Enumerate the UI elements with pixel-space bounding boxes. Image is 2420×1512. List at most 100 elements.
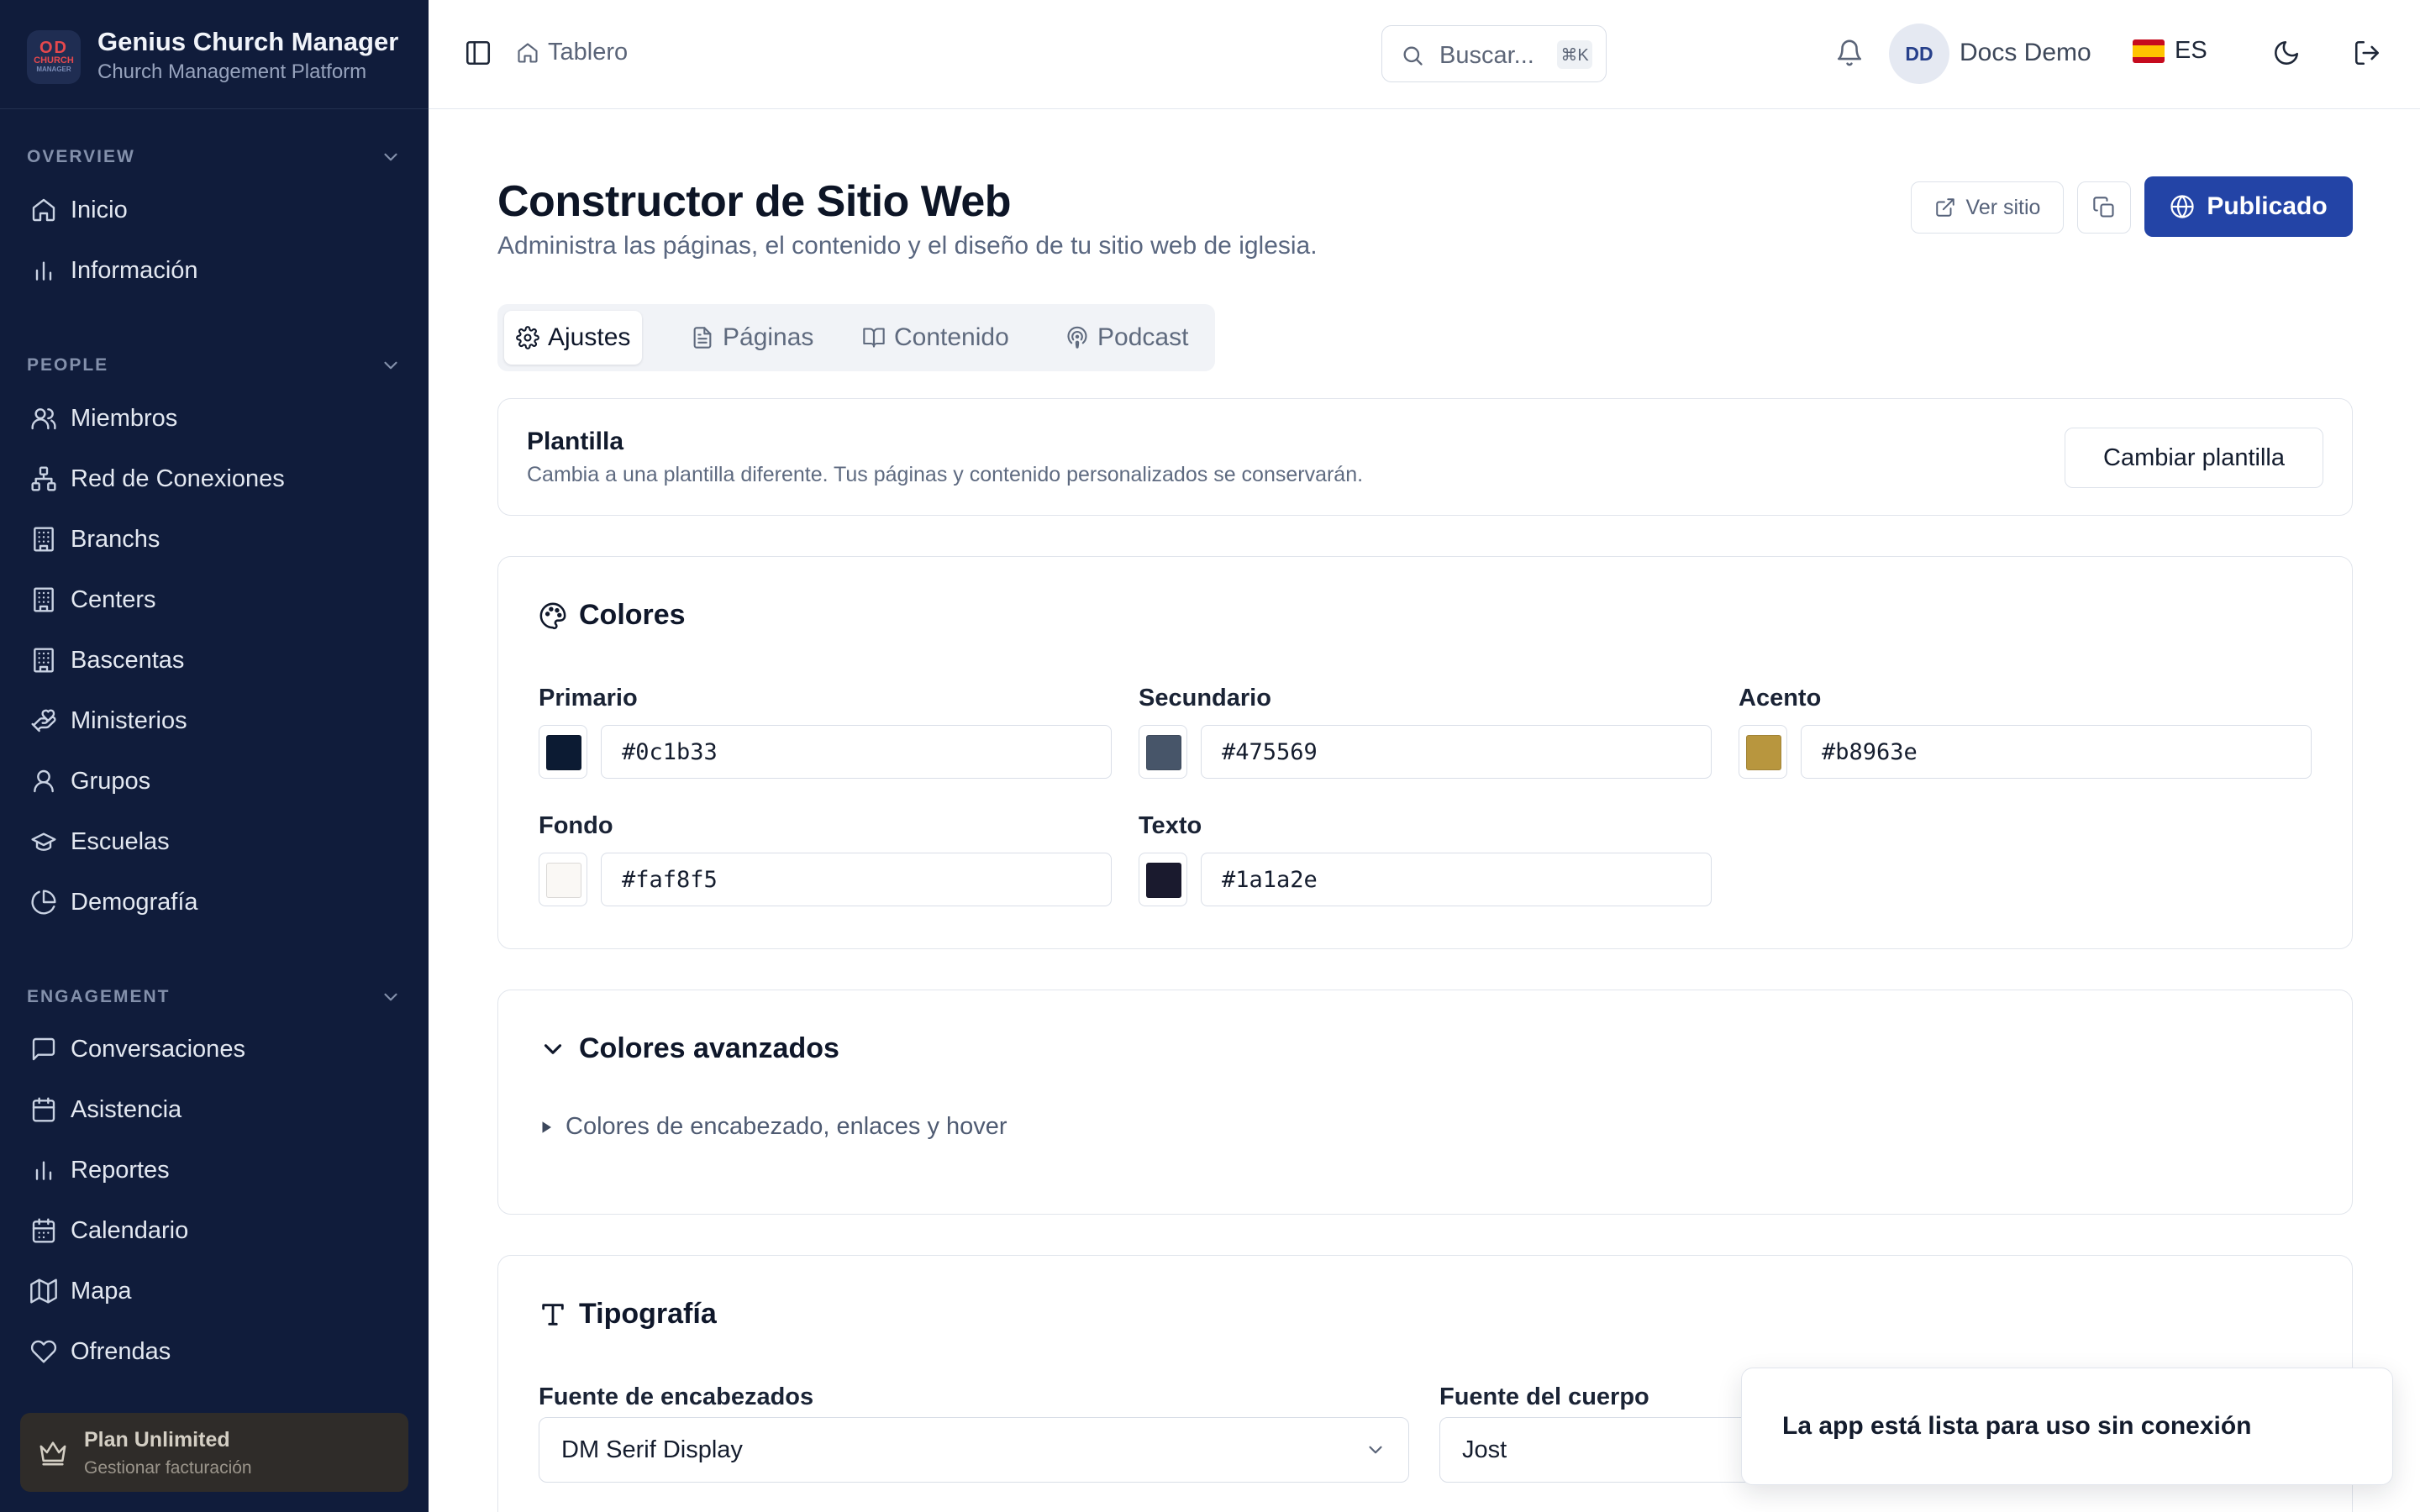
- section-title: OVERVIEW: [27, 147, 135, 166]
- palette-icon: [539, 602, 566, 629]
- color-hex-input[interactable]: #0c1b33: [601, 725, 1112, 779]
- plan-title: Plan Unlimited: [84, 1428, 230, 1452]
- sidebar-item-label: Ofrendas: [71, 1337, 171, 1365]
- moon-icon[interactable]: [2272, 39, 2301, 67]
- color-swatch-picker[interactable]: [1739, 725, 1787, 779]
- color-hex-input[interactable]: #b8963e: [1801, 725, 2312, 779]
- offline-ready-toast[interactable]: La app está lista para uso sin conexión: [1741, 1368, 2393, 1485]
- sidebar-item-label: Red de Conexiones: [71, 465, 285, 492]
- sidebar-item-label: Asistencia: [71, 1095, 182, 1123]
- sidebar-item-label: Bascentas: [71, 646, 185, 674]
- sidebar-item-informacion[interactable]: Información: [30, 249, 198, 291]
- logo-word-church: CHURCH: [34, 55, 74, 66]
- language-code: ES: [2175, 37, 2207, 64]
- language-selector[interactable]: ES: [2133, 37, 2207, 65]
- change-template-button[interactable]: Cambiar plantilla: [2065, 428, 2323, 488]
- sidebar-item-calendario[interactable]: Calendario: [30, 1210, 188, 1252]
- user-name[interactable]: Docs Demo: [1960, 39, 2091, 67]
- external-link-icon: [1935, 198, 1954, 217]
- sidebar-item-red-de-conexiones[interactable]: Red de Conexiones: [30, 458, 285, 500]
- search-input[interactable]: Buscar... ⌘K: [1381, 25, 1607, 82]
- advanced-colors-summary-label: Colores de encabezado, enlaces y hover: [566, 1113, 1007, 1140]
- brand-subtitle: Church Management Platform: [97, 60, 367, 83]
- plan-billing-button[interactable]: Plan Unlimited Gestionar facturación: [20, 1413, 408, 1492]
- color-swatch-picker[interactable]: [1139, 725, 1187, 779]
- tab-label: Contenido: [894, 323, 1009, 351]
- sidebar-item-bascentas[interactable]: Bascentas: [30, 639, 184, 681]
- swatch-fill: [1746, 735, 1781, 770]
- tab-label: Páginas: [723, 323, 814, 351]
- sidebar-item-reportes[interactable]: Reportes: [30, 1149, 170, 1191]
- message-square-icon: [32, 1037, 55, 1061]
- copy-link-button[interactable]: [2077, 181, 2131, 234]
- sidebar-item-miembros[interactable]: Miembros: [30, 397, 177, 439]
- logout-icon[interactable]: [2353, 39, 2381, 67]
- swatch-fill: [1146, 735, 1181, 770]
- sidebar-item-centers[interactable]: Centers: [30, 579, 156, 621]
- colors-title: Colores: [579, 599, 686, 631]
- tab-ajustes[interactable]: Ajustes: [504, 311, 643, 365]
- tab-paginas[interactable]: Páginas: [679, 311, 825, 365]
- sidebar-item-label: Centers: [71, 585, 156, 613]
- brand[interactable]: OD CHURCH MANAGER Genius Church Manager …: [0, 0, 429, 109]
- color-hex-input[interactable]: #475569: [1201, 725, 1712, 779]
- toast-message: La app está lista para uso sin conexión: [1782, 1412, 2252, 1440]
- breadcrumb[interactable]: Tablero: [516, 39, 628, 66]
- color-hex-input[interactable]: #1a1a2e: [1201, 853, 1712, 906]
- bar-chart-icon: [35, 261, 52, 281]
- sidebar-item-asistencia[interactable]: Asistencia: [30, 1089, 182, 1131]
- publish-button[interactable]: Publicado: [2144, 176, 2353, 237]
- map-icon: [30, 1278, 57, 1304]
- advanced-colors-toggle[interactable]: Colores avanzados: [539, 1032, 839, 1065]
- color-swatch-picker[interactable]: [1139, 853, 1187, 906]
- sidebar-item-ofrendas[interactable]: Ofrendas: [30, 1331, 171, 1373]
- view-site-button[interactable]: Ver sitio: [1911, 181, 2064, 234]
- color-hex-input[interactable]: #faf8f5: [601, 853, 1112, 906]
- search-icon: [1403, 46, 1423, 66]
- triangle-right-icon: [542, 1121, 551, 1133]
- sidebar-item-label: Branchs: [71, 525, 160, 553]
- copy-icon: [2093, 197, 2114, 218]
- logo-mark: OD: [39, 39, 68, 57]
- breadcrumb-label: Tablero: [548, 39, 629, 66]
- section-overview[interactable]: OVERVIEW: [27, 144, 402, 170]
- avatar[interactable]: DD: [1889, 24, 1949, 84]
- building-icon: [34, 648, 54, 673]
- sidebar-item-label: Escuelas: [71, 827, 170, 855]
- globe-icon: [2170, 195, 2194, 218]
- color-swatch-picker[interactable]: [539, 725, 587, 779]
- heading-font-select[interactable]: DM Serif Display: [539, 1417, 1409, 1483]
- sidebar-item-mapa[interactable]: Mapa: [30, 1270, 132, 1312]
- sidebar-item-ministerios[interactable]: Ministerios: [30, 700, 187, 742]
- swatch-fill: [1146, 863, 1181, 898]
- sidebar-item-label: Ministerios: [71, 706, 187, 734]
- brand-logo: OD CHURCH MANAGER: [27, 30, 81, 84]
- advanced-colors-summary[interactable]: Colores de encabezado, enlaces y hover: [539, 1113, 1007, 1141]
- sidebar-item-label: Demografía: [71, 888, 198, 916]
- color-label: Primario: [539, 685, 638, 711]
- sidebar-item-branchs[interactable]: Branchs: [30, 518, 160, 560]
- logo-word-manager: MANAGER: [36, 66, 71, 73]
- color-label: Secundario: [1139, 685, 1271, 711]
- colors-card: Colores Primario #0c1b33 Secundario #475…: [497, 556, 2353, 949]
- section-people[interactable]: PEOPLE: [27, 353, 402, 378]
- sidebar-toggle-icon[interactable]: [464, 39, 492, 67]
- sidebar-item-inicio[interactable]: Inicio: [30, 189, 128, 231]
- sidebar-item-escuelas[interactable]: Escuelas: [30, 821, 170, 863]
- tab-podcast[interactable]: Podcast: [1054, 311, 1200, 365]
- brand-name: Genius Church Manager: [97, 27, 399, 56]
- sidebar-item-label: Conversaciones: [71, 1035, 245, 1063]
- tab-contenido[interactable]: Contenido: [850, 311, 1021, 365]
- chevron-down-icon: [384, 153, 397, 161]
- bell-icon[interactable]: [1835, 39, 1864, 67]
- sidebar-item-grupos[interactable]: Grupos: [30, 760, 150, 802]
- settings-icon: [516, 326, 539, 349]
- crown-icon: [39, 1441, 66, 1466]
- swatch-fill: [546, 735, 581, 770]
- sidebar-item-label: Mapa: [71, 1277, 132, 1305]
- section-engagement[interactable]: ENGAGEMENT: [27, 984, 402, 1010]
- sidebar-item-conversaciones[interactable]: Conversaciones: [30, 1028, 245, 1070]
- sidebar-item-demografia[interactable]: Demografía: [30, 881, 198, 923]
- page-title: Constructor de Sitio Web: [497, 177, 1012, 226]
- color-swatch-picker[interactable]: [539, 853, 587, 906]
